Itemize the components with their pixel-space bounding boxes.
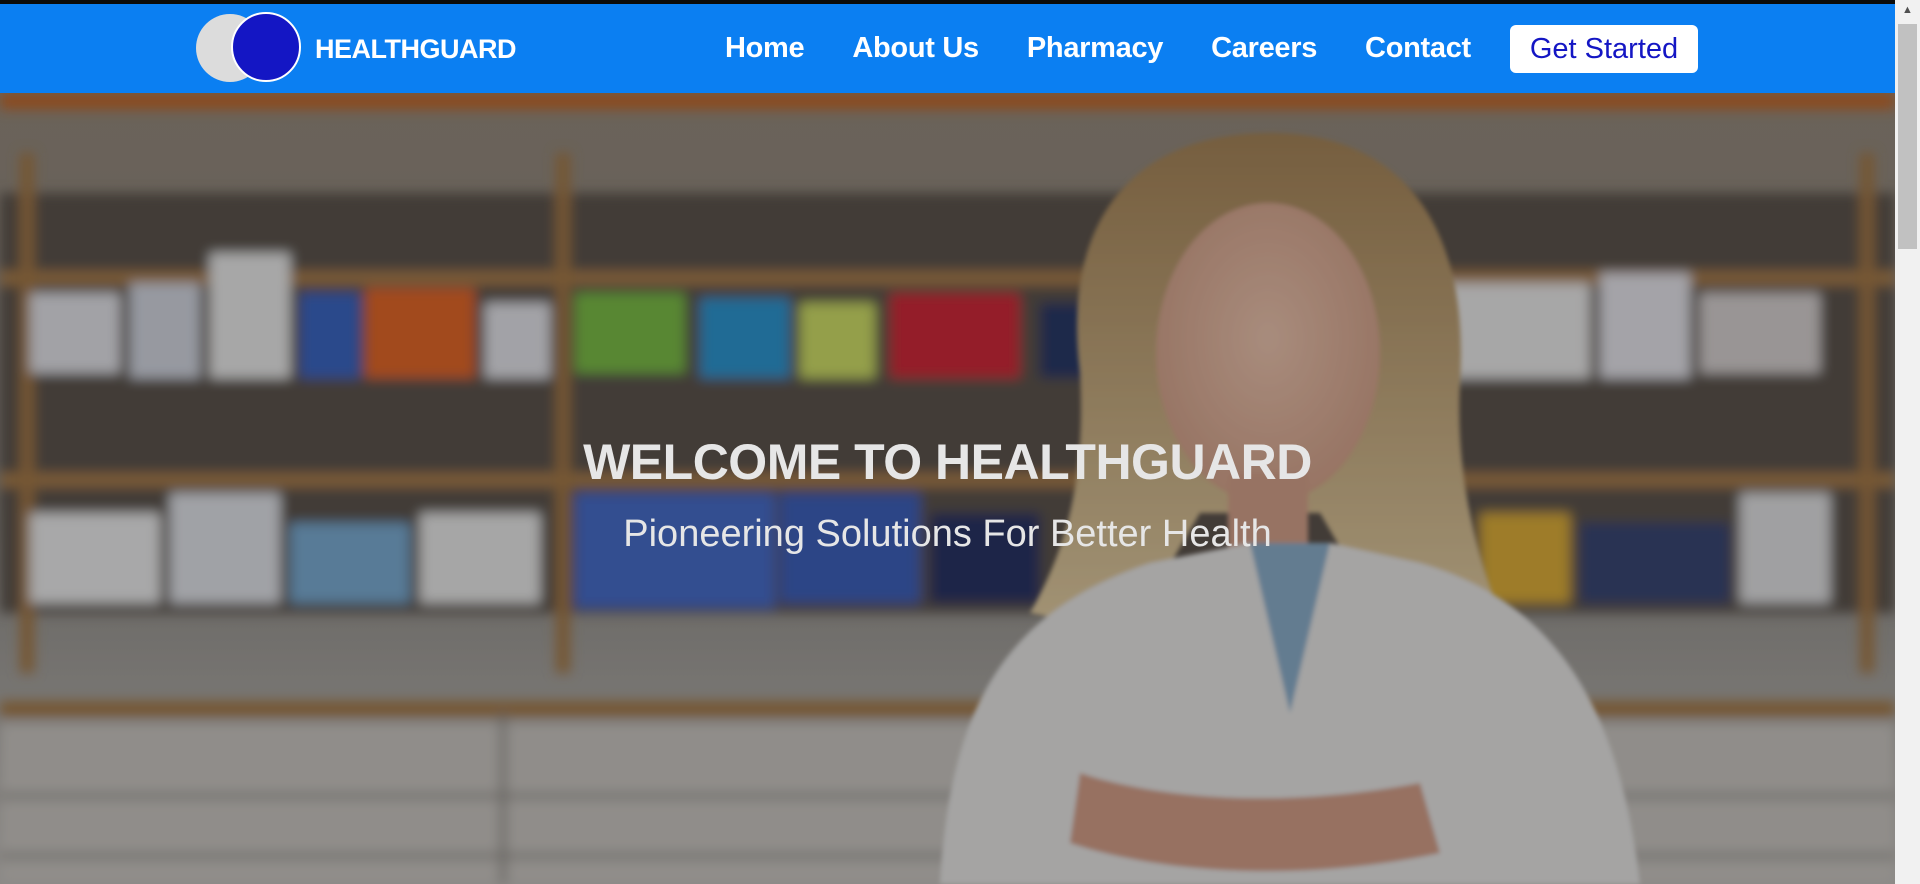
brand-logo[interactable] [196, 10, 308, 82]
hero-title: WELCOME TO HEALTHGUARD [583, 434, 1312, 490]
arrow-up-icon[interactable]: ▲ [1895, 0, 1920, 20]
nav-link-careers[interactable]: Careers [1211, 32, 1317, 72]
logo-circle-dark [231, 12, 301, 82]
scrollbar-thumb[interactable] [1898, 24, 1917, 249]
brand-name[interactable]: HEALTHGUARD [315, 34, 516, 65]
hero-section: WELCOME TO HEALTHGUARD Pioneering Soluti… [0, 93, 1895, 884]
nav-menu: Home About Us Pharmacy Careers Contact [725, 32, 1519, 72]
hero-subtitle: Pioneering Solutions For Better Health [623, 513, 1272, 555]
nav-link-about-us[interactable]: About Us [852, 32, 979, 72]
navbar: HEALTHGUARD Home About Us Pharmacy Caree… [0, 4, 1895, 93]
nav-link-pharmacy[interactable]: Pharmacy [1027, 32, 1164, 72]
nav-link-home[interactable]: Home [725, 32, 805, 72]
get-started-button[interactable]: Get Started [1510, 25, 1698, 73]
nav-link-contact[interactable]: Contact [1365, 32, 1471, 72]
vertical-scrollbar[interactable]: ▲ [1895, 0, 1920, 884]
